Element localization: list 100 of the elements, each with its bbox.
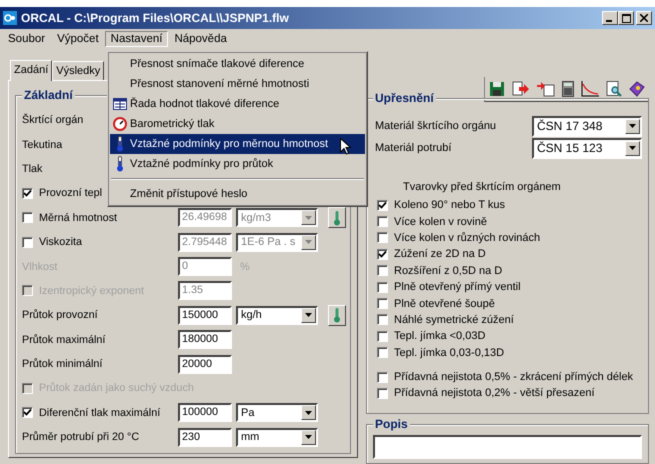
menu-item[interactable]: Soubor	[2, 31, 52, 47]
thermometer-icon	[116, 136, 124, 152]
thermometer-button[interactable]	[328, 304, 346, 326]
checkbox[interactable]	[377, 372, 388, 383]
checkbox[interactable]	[377, 388, 388, 399]
checkbox[interactable]	[377, 347, 388, 358]
unit-dropdown[interactable]: kg/h	[236, 306, 318, 325]
checkbox-label: Přídavná nejistota 0,2% - větší přesazení	[394, 387, 595, 400]
group-title: Základní	[22, 88, 75, 102]
input-field[interactable]: 180000	[178, 330, 232, 350]
material-dropdown[interactable]: ČSN 17 348	[532, 116, 642, 136]
input-field[interactable]: 230	[178, 428, 232, 447]
checkbox[interactable]	[377, 314, 388, 326]
checkbox[interactable]	[22, 212, 33, 224]
print-preview-icon[interactable]	[606, 81, 622, 97]
checkbox[interactable]	[377, 232, 388, 244]
unit-label: %	[240, 260, 250, 273]
field-label: Průtok minimální	[22, 358, 104, 370]
thermometer-icon	[333, 307, 341, 324]
caret-icon	[305, 216, 312, 220]
field-label: Průtok maximální	[22, 334, 106, 346]
checkbox[interactable]	[22, 236, 33, 248]
menu-item[interactable]: Barometrický tlak	[110, 114, 365, 134]
field-label: Materiál škrtícího orgánu	[375, 120, 498, 132]
menu-item[interactable]: Přesnost snímače tlakové diference	[110, 54, 365, 74]
checkbox-label: Rozšíření z 0,5D na D	[394, 264, 502, 277]
field-label: Provozní tepl	[39, 187, 102, 200]
menu-item[interactable]: Řada hodnot tlakové diference	[110, 94, 365, 114]
checkbox-label: Více kolen v různých rovinách	[394, 232, 540, 244]
caret-icon	[629, 146, 636, 150]
checkbox-label: Zúžení ze 2D na D	[394, 248, 486, 260]
checkbox-label: Přídavná nejistota 0,5% - zkrácení přímých délek	[394, 371, 634, 384]
caret-icon	[305, 435, 312, 440]
app-icon	[3, 11, 17, 25]
gauge-icon	[113, 117, 127, 131]
field-label: Diferenční tlak maximální	[39, 406, 162, 419]
calculator-icon[interactable]	[562, 81, 574, 97]
cursor-icon	[340, 138, 351, 155]
checkbox-label: Tepl. jímka 0,03-0,13D	[394, 346, 504, 359]
checkbox[interactable]	[377, 265, 388, 276]
input-field[interactable]: 20000	[178, 354, 232, 374]
checkbox-label: Koleno 90° nebo T kus	[394, 199, 506, 212]
material-dropdown[interactable]: ČSN 15 123	[532, 138, 642, 158]
thermometer-icon	[116, 156, 124, 172]
minimize-button[interactable]	[602, 11, 618, 25]
caret-icon	[305, 410, 312, 415]
help-book-icon[interactable]	[629, 81, 645, 97]
menu-item[interactable]: Vztažné podmínky pro měrnou hmotnost	[110, 134, 365, 154]
description-field[interactable]	[373, 435, 642, 459]
caret-icon	[629, 124, 636, 128]
field-label: Materiál potrubí	[375, 142, 452, 154]
menu-item[interactable]: Nápověda	[168, 31, 233, 47]
close-button[interactable]	[636, 11, 652, 25]
checkbox-label: Plně otevřené šoupě	[394, 298, 495, 310]
checkbox[interactable]	[377, 216, 388, 228]
table-icon	[113, 98, 127, 110]
thermometer-icon	[333, 210, 341, 226]
field-label: Viskozita	[39, 236, 84, 248]
checkbox[interactable]	[377, 282, 388, 293]
input-field[interactable]: 150000	[178, 306, 232, 325]
field-label: Tekutina	[22, 138, 62, 151]
field-label: Měrná hmotnost	[39, 212, 118, 224]
checkbox[interactable]	[22, 188, 33, 199]
menu-item[interactable]: Změnit přístupové heslo	[110, 184, 365, 204]
checkbox-label: Náhlé symetrické zúžení	[394, 314, 514, 326]
input-field[interactable]: 100000	[178, 403, 232, 422]
menu-item[interactable]: Přesnost stanovení měrné hmotnosti	[110, 74, 365, 94]
caret-icon	[305, 313, 312, 318]
group-title: Upřesnění	[373, 91, 436, 105]
checkbox-label: Plně otevřený přímý ventil	[394, 281, 521, 294]
field-label: Průtok provozní	[22, 309, 99, 322]
checkbox[interactable]	[377, 248, 388, 260]
import-icon[interactable]	[537, 81, 555, 97]
checkbox[interactable]	[377, 298, 388, 310]
checkbox[interactable]	[377, 200, 388, 211]
checkbox[interactable]	[377, 330, 388, 342]
field-label: Škrtící orgán	[22, 114, 84, 126]
close-icon	[640, 14, 648, 22]
unit-dropdown[interactable]: Pa	[236, 403, 318, 422]
tab[interactable]: Zadání	[10, 60, 52, 81]
maximize-button[interactable]	[618, 11, 634, 25]
checkbox-label: Více kolen v rovině	[394, 216, 487, 228]
checkbox[interactable]	[22, 407, 33, 418]
section-heading: Tvarovky před škrtícím orgánem	[403, 181, 562, 193]
chart-icon[interactable]	[581, 81, 599, 97]
checkbox-label: Tepl. jímka <0,03D	[394, 330, 486, 342]
group-title: Popis	[373, 417, 410, 431]
maximize-icon	[622, 14, 630, 22]
save-icon[interactable]	[489, 81, 505, 97]
thermometer-button[interactable]	[328, 207, 346, 228]
window-title: ORCAL - C:\Program Files\ORCAL\\JSPNP1.flw	[21, 11, 290, 25]
field-label: Průměr potrubí při 20 °C	[22, 431, 140, 444]
tab[interactable]: Výsledky	[52, 61, 104, 80]
export-icon[interactable]	[512, 81, 530, 97]
caret-icon	[305, 240, 312, 244]
menu-item[interactable]: Výpočet	[51, 31, 105, 47]
unit-dropdown[interactable]: mm	[236, 428, 318, 447]
menu-item[interactable]: Nastavení	[104, 31, 168, 47]
field-label: Tlak	[22, 162, 42, 175]
menu-item[interactable]: Vztažné podmínky pro průtok	[110, 154, 365, 174]
